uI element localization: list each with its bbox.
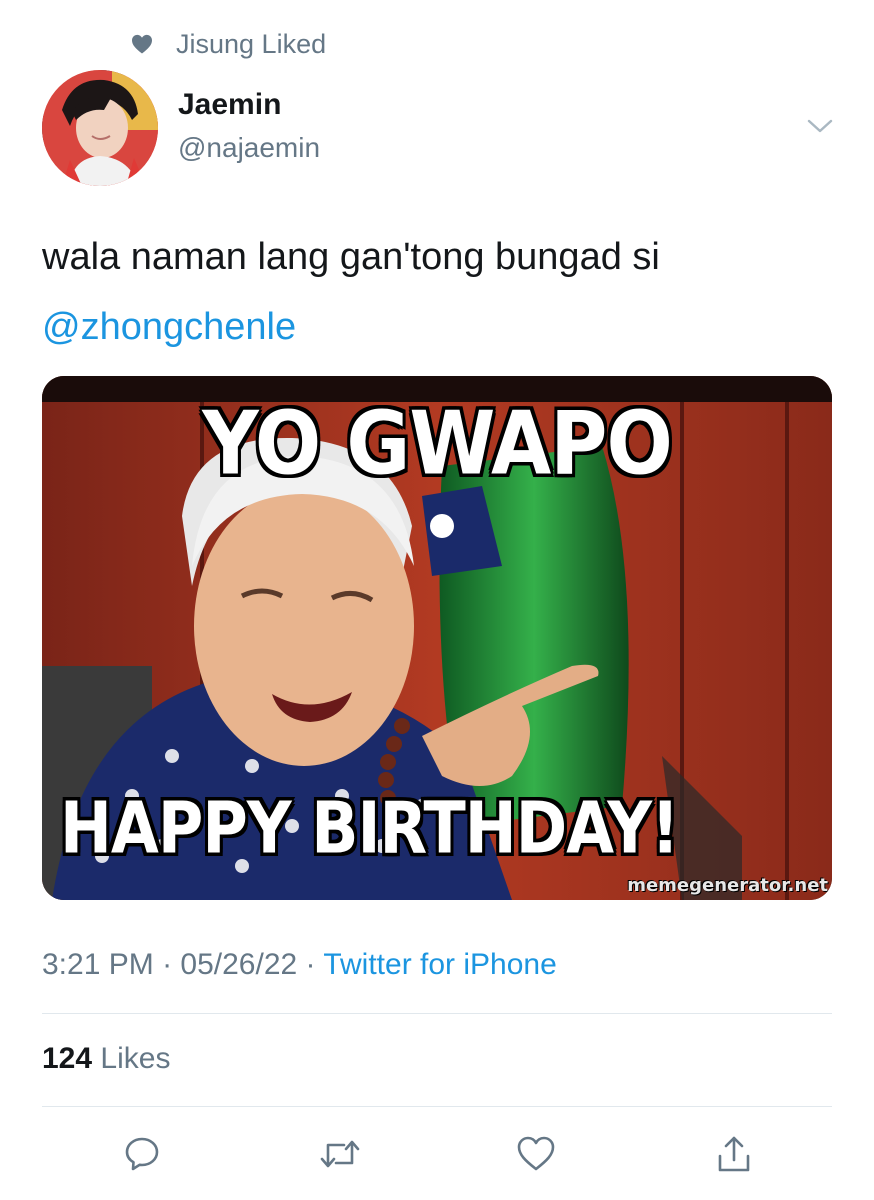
- avatar[interactable]: [42, 70, 158, 186]
- reply-icon[interactable]: [120, 1132, 164, 1176]
- tweet-time[interactable]: 3:21 PM: [42, 948, 154, 981]
- meta-separator: ·: [162, 948, 173, 981]
- meme-bottom-caption: HAPPY BIRTHDAY!: [60, 786, 679, 870]
- social-context-text: Jisung Liked: [176, 28, 327, 59]
- social-context[interactable]: Jisung Liked: [130, 24, 326, 64]
- retweet-icon[interactable]: [318, 1132, 362, 1176]
- tweet-body: wala naman lang gan'tong bungad si: [42, 236, 660, 278]
- divider: [42, 1013, 832, 1014]
- author-display-name[interactable]: Jaemin: [178, 88, 281, 122]
- share-icon[interactable]: [712, 1132, 756, 1176]
- chevron-down-icon[interactable]: [806, 116, 834, 136]
- meme-top-caption: YO GWAPO: [202, 394, 673, 495]
- heart-outline-icon[interactable]: [514, 1132, 558, 1176]
- mention-link[interactable]: @zhongchenle: [42, 292, 832, 362]
- heart-icon: [130, 33, 154, 55]
- tweet-media-image[interactable]: YO GWAPO HAPPY BIRTHDAY! memegenerator.n…: [42, 376, 832, 900]
- likes-label: Likes: [100, 1042, 171, 1075]
- tweet-action-bar: [0, 1132, 874, 1176]
- tweet-source-link[interactable]: Twitter for iPhone: [323, 948, 556, 981]
- author-handle[interactable]: @najaemin: [178, 132, 320, 164]
- tweet-date[interactable]: 05/26/22: [180, 948, 297, 981]
- likes-count: 124: [42, 1042, 93, 1075]
- meme-watermark: memegenerator.net: [627, 875, 828, 896]
- likes-count-link[interactable]: 124 Likes: [42, 1042, 170, 1076]
- tweet-text: wala naman lang gan'tong bungad si @zhon…: [42, 222, 832, 362]
- meta-separator: ·: [305, 948, 316, 981]
- tweet-meta: 3:21 PM · 05/26/22 · Twitter for iPhone: [42, 948, 557, 982]
- divider: [42, 1106, 832, 1107]
